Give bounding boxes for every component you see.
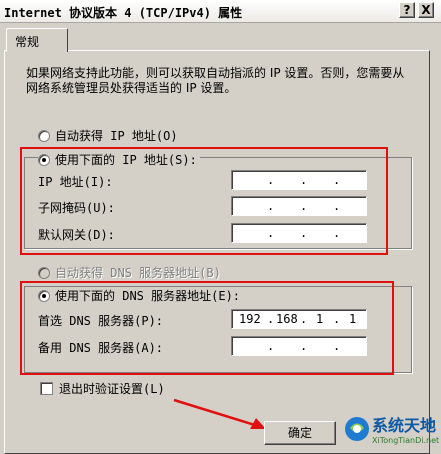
watermark: 系统天地 XiTongTianDi.net xyxy=(344,412,441,454)
tab-general[interactable]: 常规 xyxy=(6,28,68,52)
dns-highlight-box xyxy=(20,281,394,375)
window-title: Internet 协议版本 4 (TCP/IPv4) 属性 xyxy=(4,6,243,20)
watermark-url: XiTongTianDi.net xyxy=(372,436,440,445)
checkbox-icon xyxy=(40,382,53,395)
validate-on-exit-label: 退出时验证设置(L) xyxy=(59,382,165,396)
ip-highlight-box xyxy=(20,147,388,255)
validate-on-exit-checkbox[interactable]: 退出时验证设置(L) xyxy=(40,380,165,397)
ok-button[interactable]: 确定 xyxy=(264,421,336,445)
auto-dns-radio[interactable]: 自动获得 DNS 服务器地址(B) xyxy=(38,264,221,281)
title-bar: Internet 协议版本 4 (TCP/IPv4) 属性 ? X xyxy=(0,0,441,23)
ipv4-properties-dialog: Internet 协议版本 4 (TCP/IPv4) 属性 ? X 常规 如果网… xyxy=(0,0,441,454)
red-arrow-icon xyxy=(173,398,266,429)
description-text: 如果网络支持此功能，则可以获取自动指派的 IP 设置。否则，您需要从网络系统管理… xyxy=(26,66,405,95)
close-button[interactable]: X xyxy=(418,2,434,18)
watermark-logo-icon xyxy=(345,417,369,441)
radio-icon xyxy=(38,129,50,142)
tab-general-label: 常规 xyxy=(15,35,40,49)
auto-ip-radio[interactable]: 自动获得 IP 地址(O) xyxy=(38,127,178,144)
radio-disabled-icon xyxy=(38,266,50,279)
auto-ip-label: 自动获得 IP 地址(O) xyxy=(55,129,178,143)
help-button[interactable]: ? xyxy=(399,2,415,18)
watermark-name: 系统天地 xyxy=(372,416,437,435)
auto-dns-label: 自动获得 DNS 服务器地址(B) xyxy=(55,266,221,280)
